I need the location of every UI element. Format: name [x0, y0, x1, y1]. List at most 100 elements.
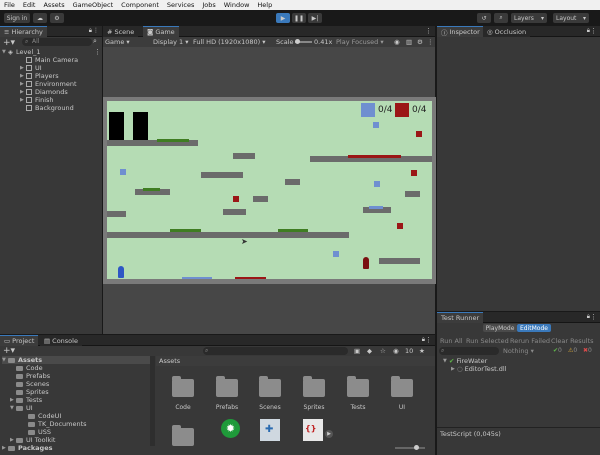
cloud-icon[interactable]: ☁	[33, 13, 47, 23]
hierarchy-item-background[interactable]: Background	[20, 104, 74, 112]
folder-icon[interactable]	[391, 376, 413, 397]
play-focused-dropdown[interactable]: Play Focused ▾	[336, 38, 384, 46]
script-asset-icon[interactable]: {}	[303, 419, 323, 441]
search-icon[interactable]: ⌕	[494, 13, 508, 23]
tree-item-scenes[interactable]: Scenes	[10, 380, 49, 388]
search-by-type-icon[interactable]: ▣	[354, 347, 360, 355]
tab-game[interactable]: ◙ Game	[143, 26, 179, 37]
hierarchy-item-players[interactable]: ▶ Players	[20, 72, 59, 80]
run-all-button[interactable]: Run All	[440, 337, 463, 345]
menu-help[interactable]: Help	[253, 1, 276, 9]
more-icon[interactable]: ⋮	[93, 27, 99, 34]
folder-icon[interactable]	[172, 376, 194, 397]
menu-jobs[interactable]: Jobs	[198, 1, 219, 9]
expand-icon[interactable]: ▶	[325, 430, 333, 438]
icon-size-slider-handle[interactable]	[414, 445, 419, 450]
playmode-tab[interactable]: PlayMode	[483, 324, 517, 332]
play-button[interactable]: ▶	[276, 13, 290, 23]
hierarchy-search-input[interactable]: All	[22, 38, 92, 46]
tab-inspector[interactable]: ⓘ Inspector	[437, 26, 484, 37]
tab-project[interactable]: ▭ Project	[0, 335, 39, 346]
lock-icon[interactable]: 🔒︎	[89, 27, 92, 35]
menu-assets[interactable]: Assets	[39, 1, 68, 9]
star-icon[interactable]: ★	[419, 347, 425, 355]
tab-scene[interactable]: # Scene	[103, 26, 139, 37]
hierarchy-item-main-camera[interactable]: Main Camera	[20, 56, 78, 64]
skip-filter[interactable]: ⚠0	[568, 347, 577, 354]
tree-item-sprites[interactable]: Sprites	[10, 388, 49, 396]
step-button[interactable]: ▶|	[308, 13, 322, 23]
folder-icon[interactable]	[216, 376, 238, 397]
tree-item-code[interactable]: Code	[10, 364, 43, 372]
favorite-icon[interactable]: ☆	[380, 347, 386, 355]
menu-services[interactable]: Services	[163, 1, 198, 9]
tree-item-assets[interactable]: ▼ Assets	[2, 356, 150, 364]
tree-item-ui[interactable]: ▼ UI	[10, 404, 33, 412]
hierarchy-item-finish[interactable]: ▶ Finish	[20, 96, 54, 104]
menu-file[interactable]: File	[0, 1, 19, 9]
editmode-tab[interactable]: EditMode	[517, 324, 551, 332]
game-viewport[interactable]: 0/4 0/4 ➤	[107, 101, 432, 279]
folder-icon[interactable]	[303, 376, 325, 397]
tree-item-uss[interactable]: USS	[22, 428, 51, 436]
tab-console[interactable]: ▤ Console	[40, 335, 82, 346]
tree-item-codeui[interactable]: CodeUI	[22, 412, 61, 420]
menu-component[interactable]: Component	[117, 1, 163, 9]
add-icon[interactable]: +▾	[3, 38, 15, 48]
hierarchy-item-environment[interactable]: ▶ Environment	[20, 80, 77, 88]
tab-occlusion[interactable]: ◎ Occlusion	[483, 26, 531, 37]
more-icon[interactable]: ⋮	[425, 27, 432, 35]
tree-item-tk-documents[interactable]: TK_Documents	[22, 420, 87, 428]
more-icon[interactable]: ⋮	[590, 313, 597, 321]
hierarchy-item-diamonds[interactable]: ▶ Diamonds	[20, 88, 68, 96]
history-icon[interactable]: ↺	[477, 13, 491, 23]
run-selected-button[interactable]: Run Selected	[466, 337, 509, 345]
rerun-failed-button[interactable]: Rerun Failed	[510, 337, 550, 345]
game-mode-dropdown[interactable]: Game ▾	[105, 38, 130, 46]
tab-test-runner[interactable]: Test Runner	[437, 312, 484, 323]
stats-icon[interactable]: ▥	[406, 38, 412, 46]
layers-dropdown[interactable]: Layers ▾	[511, 13, 547, 23]
breadcrumb-assets[interactable]: Assets	[159, 357, 180, 365]
folder-icon[interactable]	[347, 376, 369, 397]
more-icon[interactable]: ⋮	[590, 27, 597, 35]
menu-gameobject[interactable]: GameObject	[69, 1, 118, 9]
tree-item-ui-toolkit[interactable]: ▶ UI Toolkit	[10, 436, 56, 444]
tennis-ball-asset-icon[interactable]: ✹	[221, 419, 240, 438]
document-asset-icon[interactable]: ✚	[260, 419, 280, 441]
display-dropdown[interactable]: Display 1 ▾	[153, 38, 189, 46]
sign-in-button[interactable]: Sign in	[4, 13, 30, 23]
more-icon[interactable]: ⋮	[427, 38, 434, 46]
tree-item-prefabs[interactable]: Prefabs	[10, 372, 50, 380]
visibility-icon[interactable]: ◉	[393, 347, 399, 355]
tree-scrollbar[interactable]	[150, 356, 155, 446]
mute-icon[interactable]: ◉	[394, 38, 400, 46]
folder-icon[interactable]	[259, 376, 281, 397]
pass-filter[interactable]: ✔0	[553, 347, 562, 354]
test-search-input[interactable]	[439, 347, 499, 355]
pause-button[interactable]: ❚❚	[292, 13, 306, 23]
menu-window[interactable]: Window	[220, 1, 254, 9]
more-icon[interactable]: ⋮	[94, 48, 101, 56]
tab-hierarchy[interactable]: ≡ Hierarchy	[0, 26, 47, 37]
project-search-input[interactable]	[203, 347, 348, 355]
clear-results-button[interactable]: Clear Results	[551, 337, 594, 345]
gizmos-icon[interactable]: ⚙	[417, 38, 423, 46]
search-options-icon[interactable]: ⌕	[93, 37, 97, 46]
add-icon[interactable]: +▾	[3, 346, 15, 356]
scene-row[interactable]: ▼ ◈ Level_1	[2, 48, 41, 56]
menu-edit[interactable]: Edit	[19, 1, 40, 9]
more-icon[interactable]: ⋮	[425, 336, 432, 344]
resolution-dropdown[interactable]: Full HD (1920x1080) ▾	[193, 38, 266, 46]
search-by-label-icon[interactable]: ◆	[367, 347, 372, 355]
folder-icon[interactable]	[172, 425, 194, 446]
collab-icon[interactable]: ⚙	[50, 13, 64, 23]
test-tree-item[interactable]: ▶ ○ EditorTest.dll	[451, 365, 507, 373]
fail-filter[interactable]: ✖0	[583, 347, 592, 354]
scale-slider-handle[interactable]	[295, 39, 300, 44]
layout-dropdown[interactable]: Layout ▾	[553, 13, 589, 23]
hierarchy-item-ui[interactable]: ▶ UI	[20, 64, 42, 72]
test-tree-root[interactable]: ▼ ✔ FireWater	[443, 357, 487, 365]
filter-dropdown[interactable]: Nothing ▾	[503, 347, 534, 355]
icon-size-slider[interactable]	[395, 447, 425, 449]
